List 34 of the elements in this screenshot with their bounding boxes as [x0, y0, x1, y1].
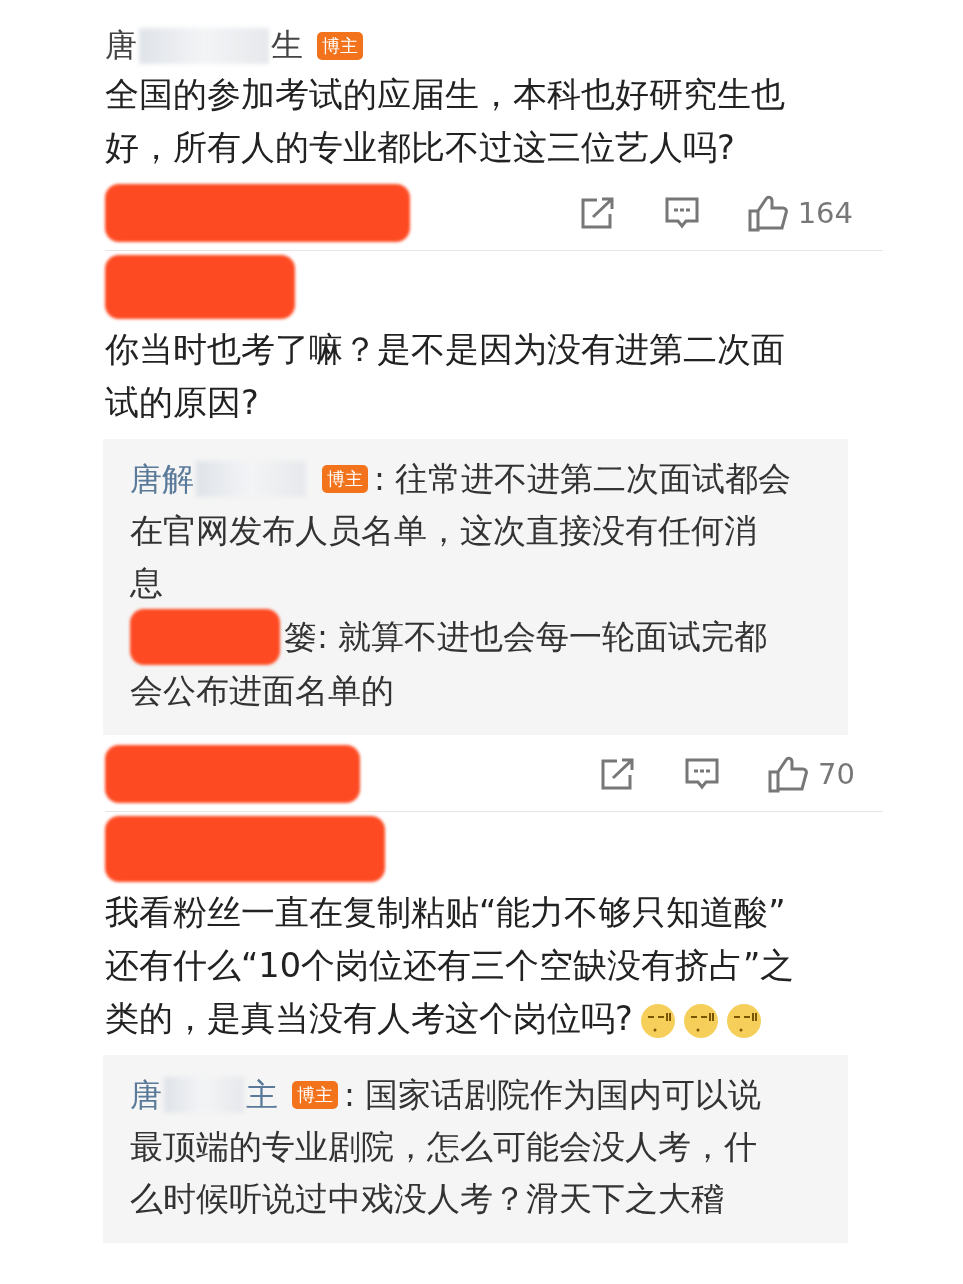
sweat-face-icon [725, 1002, 762, 1039]
like-count: 70 [818, 757, 855, 791]
reply-text: 在官网发布人员名单，这次直接没有任何消 [130, 511, 757, 552]
reply-text: 息 [130, 563, 163, 604]
blogger-badge: 博主 [322, 465, 368, 493]
reply-text: : 国家话剧院作为国内可以说 [344, 1075, 762, 1116]
blogger-badge: 博主 [292, 1081, 338, 1109]
author-name[interactable]: 生 [271, 24, 303, 68]
author-name[interactable]: 唐解 [130, 453, 194, 505]
reply-text: 么时候听说过中戏没人考？滑天下之大稽 [130, 1179, 724, 1220]
reply-text: 最顶端的专业剧院，怎么可能会没人考，什 [130, 1127, 757, 1168]
comment-text: 还有什么“10个岗位还有三个空缺没有挤占”之 [105, 945, 796, 987]
thumbs-up-icon[interactable] [747, 194, 788, 232]
comment-text: 我看粉丝一直在复制粘贴“能力不够只知道酸” [105, 892, 787, 934]
comment-icon[interactable] [663, 196, 700, 230]
blogger-badge: 博主 [317, 32, 363, 60]
share-icon[interactable] [579, 196, 616, 230]
comment-text: 试的原因? [105, 382, 260, 424]
sweat-face-icon [639, 1002, 676, 1039]
reply-text: : 往常进不进第二次面试都会 [374, 459, 792, 500]
sweat-face-icon [682, 1002, 719, 1039]
thumbs-up-icon[interactable] [768, 755, 809, 793]
comment-text: 你当时也考了嘛？是不是因为没有进第二次面 [105, 329, 786, 371]
comment-text: 全国的参加考试的应届生，本科也好研究生也 [105, 74, 786, 116]
author-name[interactable]: 唐 [130, 1069, 162, 1121]
reply-text: 会公布进面名单的 [130, 671, 394, 712]
comment-text: 好，所有人的专业都比不过这三位艺人吗? [105, 127, 736, 169]
reply-text: 篓: 就算不进也会每一轮面试完都 [284, 617, 768, 658]
author-name[interactable]: 唐 [105, 24, 137, 68]
comment-text: 类的，是真当没有人考这个岗位吗? [105, 992, 883, 1045]
share-icon[interactable] [600, 757, 637, 791]
comment-icon[interactable] [684, 757, 721, 791]
author-name[interactable]: 主 [246, 1069, 278, 1121]
like-count: 164 [797, 196, 853, 230]
